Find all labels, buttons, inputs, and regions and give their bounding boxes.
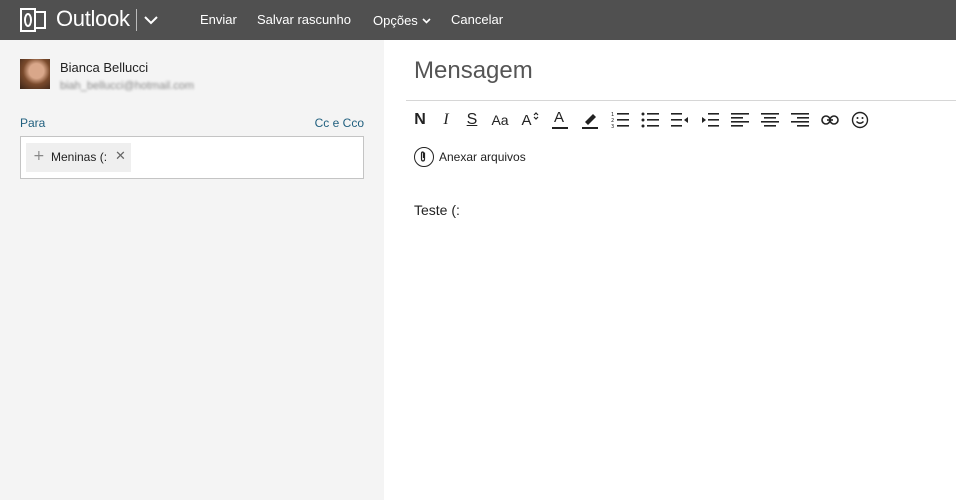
recipients-pane: Bianca Bellucci biah_bellucci@hotmail.co…	[0, 40, 384, 500]
recipient-chip[interactable]: + Meninas (: ✕	[26, 143, 131, 172]
options-menu-button[interactable]: Opções	[373, 12, 431, 28]
to-label[interactable]: Para	[20, 116, 45, 130]
strikethrough-label: S	[466, 111, 478, 128]
font-size-label: Aa	[491, 112, 509, 128]
grow-font-label: A	[521, 111, 532, 129]
cancel-button[interactable]: Cancelar	[451, 12, 503, 27]
message-body[interactable]: Teste (:	[414, 202, 460, 218]
paperclip-icon	[414, 147, 434, 167]
italic-label: I	[443, 111, 449, 128]
remove-recipient-icon[interactable]: ✕	[115, 149, 126, 164]
subject-field[interactable]: Mensagem	[414, 57, 533, 85]
to-field[interactable]: + Meninas (: ✕	[20, 136, 364, 179]
font-color-button[interactable]: A	[548, 108, 572, 132]
align-center-icon[interactable]	[758, 108, 782, 132]
send-button[interactable]: Enviar	[200, 12, 237, 27]
numbered-list-icon[interactable]: 123	[608, 108, 632, 132]
strikethrough-button[interactable]: S	[460, 108, 484, 132]
bullet-list-icon[interactable]	[638, 108, 662, 132]
align-right-icon[interactable]	[788, 108, 812, 132]
subject-divider	[406, 100, 956, 101]
highlight-icon[interactable]	[578, 108, 602, 132]
sender-name: Bianca Bellucci	[60, 60, 149, 75]
app-switcher-chevron-icon[interactable]	[143, 10, 159, 30]
align-left-icon[interactable]	[728, 108, 752, 132]
recipient-chip-label: Meninas (:	[51, 150, 108, 164]
italic-button[interactable]: I	[434, 108, 458, 132]
sender-email: biah_bellucci@hotmail.com	[60, 80, 195, 92]
avatar	[20, 59, 50, 89]
bold-button[interactable]: N	[408, 108, 432, 132]
grow-font-button[interactable]: A	[518, 108, 542, 132]
options-label: Opções	[373, 13, 418, 28]
save-draft-button[interactable]: Salvar rascunho	[257, 12, 351, 27]
font-color-label: A	[554, 109, 565, 126]
emoji-icon[interactable]	[848, 108, 872, 132]
chevron-down-icon	[422, 12, 431, 27]
link-icon[interactable]	[818, 108, 842, 132]
top-bar: Outlook Enviar Salvar rascunho Opções Ca…	[0, 0, 956, 40]
attach-files-label: Anexar arquivos	[439, 150, 526, 164]
cc-bcc-link[interactable]: Cc e Cco	[315, 116, 364, 130]
decrease-indent-icon[interactable]	[668, 108, 692, 132]
font-size-button[interactable]: Aa	[488, 108, 512, 132]
increase-indent-icon[interactable]	[698, 108, 722, 132]
outlook-logo-icon[interactable]	[20, 8, 46, 32]
brand-divider	[136, 9, 137, 31]
svg-text:3: 3	[611, 124, 614, 129]
brand-title[interactable]: Outlook	[56, 6, 130, 32]
plus-icon[interactable]: +	[33, 148, 45, 164]
bold-label: N	[414, 111, 426, 128]
